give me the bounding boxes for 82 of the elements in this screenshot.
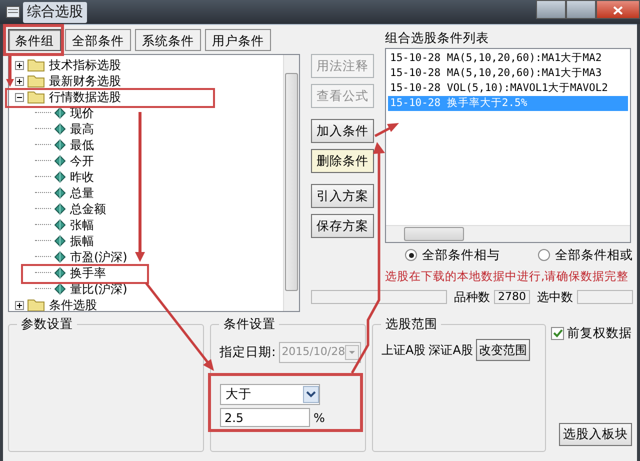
cube-icon xyxy=(54,283,66,295)
cube-icon xyxy=(54,235,66,247)
check-icon xyxy=(552,328,562,338)
cube-icon xyxy=(54,171,66,183)
scroll-thumb[interactable] xyxy=(285,73,298,291)
radio-label: 全部条件相或 xyxy=(555,246,633,264)
scrollbar[interactable] xyxy=(283,55,299,311)
tree-item[interactable]: 总量 xyxy=(69,186,95,200)
tab[interactable]: 系统条件 xyxy=(135,29,201,51)
cube-icon xyxy=(54,267,66,279)
maximize-button[interactable] xyxy=(566,0,596,19)
folder-icon xyxy=(27,298,45,311)
cube-icon xyxy=(54,203,66,215)
app-icon xyxy=(6,6,20,18)
radio-button[interactable] xyxy=(405,249,417,262)
action-button[interactable]: 保存方案 xyxy=(311,214,374,238)
collapse-icon[interactable] xyxy=(15,92,24,102)
action-button[interactable]: 引入方案 xyxy=(311,184,374,208)
cube-icon xyxy=(54,123,66,135)
expand-icon[interactable] xyxy=(15,76,24,86)
minimize-button[interactable] xyxy=(536,0,566,19)
tree-item[interactable]: 条件选股 xyxy=(48,298,98,311)
expand-icon[interactable] xyxy=(15,60,24,70)
selected-count-field xyxy=(577,290,633,304)
group-title: 选股范围 xyxy=(381,316,442,332)
annotation-arrow xyxy=(6,56,14,87)
radio-button[interactable] xyxy=(538,249,550,262)
cube-icon xyxy=(54,251,66,263)
list-item[interactable]: 15-10-28 MA(5,10,20,60):MA1大于MA3 xyxy=(388,66,628,81)
cube-icon xyxy=(54,139,66,151)
tree-item[interactable]: 行情数据选股 xyxy=(48,90,122,104)
variety-count-label: 品种数 xyxy=(454,289,490,306)
folder-icon xyxy=(27,90,45,104)
tree-item[interactable]: 总金额 xyxy=(69,202,107,216)
tree-item[interactable]: 技术指标选股 xyxy=(48,58,122,72)
tree-item[interactable]: 最新财务选股 xyxy=(48,74,122,88)
market-label: 上证A股 xyxy=(381,342,426,359)
cube-icon xyxy=(54,219,66,231)
tab[interactable]: 条件组 xyxy=(8,29,61,51)
threshold-field[interactable]: 2.5 xyxy=(220,408,310,427)
change-range-button[interactable]: 改变范围 xyxy=(476,339,530,361)
group-title: 条件设置 xyxy=(219,316,280,332)
comparator-select[interactable]: 大于 xyxy=(220,384,320,405)
scroll-thumb[interactable] xyxy=(404,227,464,241)
highlight-frame xyxy=(3,24,64,56)
variety-count-field: 2780 xyxy=(494,290,530,304)
notice-text: 选股在下载的本地数据中进行,请确保数据完整 xyxy=(385,268,630,285)
list-title: 组合选股条件列表 xyxy=(385,29,490,46)
tree-item[interactable]: 换手率 xyxy=(69,266,107,280)
annotation-arrow xyxy=(374,123,399,138)
checkbox-label: 前复权数据 xyxy=(567,324,632,342)
list-item[interactable]: 15-10-28 MA(5,10,20,60):MA1大于MA2 xyxy=(388,51,628,66)
folder-icon xyxy=(27,58,45,72)
checkbox[interactable] xyxy=(551,326,564,340)
tree-item[interactable]: 张幅 xyxy=(69,218,95,232)
tree-item[interactable]: 振幅 xyxy=(69,234,95,248)
expand-icon[interactable] xyxy=(15,300,24,310)
tab[interactable]: 全部条件 xyxy=(65,29,131,51)
scrollbar[interactable] xyxy=(386,225,630,242)
tree-item[interactable]: 市盈(沪深) xyxy=(69,250,128,264)
cube-icon xyxy=(54,187,66,199)
tab[interactable]: 用户条件 xyxy=(205,29,271,51)
group-title: 参数设置 xyxy=(17,316,77,332)
tree-item[interactable]: 最高 xyxy=(69,122,95,136)
tree-item[interactable]: 昨收 xyxy=(69,170,95,184)
cube-icon xyxy=(54,155,66,167)
close-icon xyxy=(613,6,623,16)
add-to-block-button[interactable]: 选股入板块 xyxy=(559,423,632,446)
tree-item[interactable]: 最低 xyxy=(69,138,95,152)
tree-item[interactable]: 今开 xyxy=(69,154,95,168)
cube-icon xyxy=(54,107,66,119)
market-label: 深证A股 xyxy=(428,342,473,359)
action-button[interactable]: 删除条件 xyxy=(311,149,374,173)
folder-icon xyxy=(27,74,45,88)
radio-label: 全部条件相与 xyxy=(422,246,500,264)
date-label: 指定日期: xyxy=(219,343,276,362)
unit-label: % xyxy=(313,410,325,426)
list-item[interactable]: 15-10-28 VOL(5,10):MAVOL1大于MAVOL2 xyxy=(388,81,628,96)
window-title: 综合选股 xyxy=(23,2,87,22)
selected-count-label: 选中数 xyxy=(537,289,573,306)
action-button[interactable]: 加入条件 xyxy=(311,119,374,143)
close-button[interactable] xyxy=(596,0,640,19)
